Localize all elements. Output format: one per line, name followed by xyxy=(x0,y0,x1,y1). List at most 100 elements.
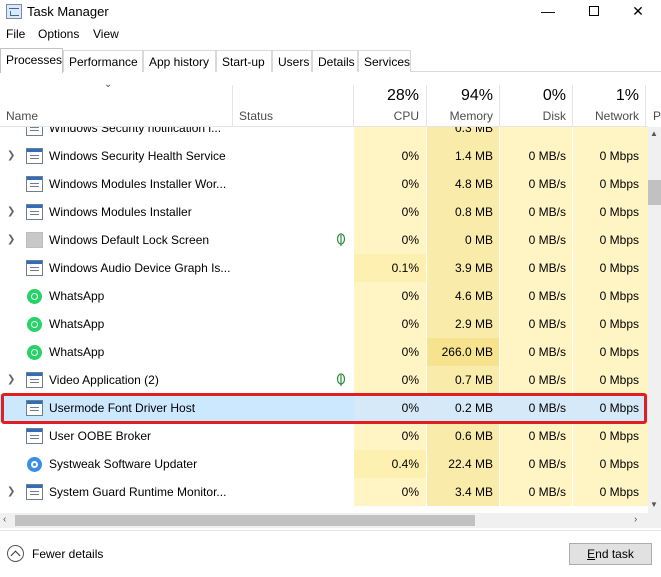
process-name: Windows Security notification i... xyxy=(49,127,222,135)
window-icon xyxy=(26,204,43,220)
memory-value: 0.8 MB xyxy=(454,205,493,219)
chevron-up-icon[interactable] xyxy=(7,545,24,562)
column-name[interactable]: Name xyxy=(6,109,38,123)
network-total: 1% xyxy=(615,87,639,104)
table-row[interactable]: WhatsApp 0% 2.9 MB 0 MB/s 0 Mbps xyxy=(0,310,648,338)
cpu-value: 0% xyxy=(401,317,419,331)
expand-chevron-icon[interactable]: ❯ xyxy=(7,486,15,497)
tab-details[interactable]: Details xyxy=(312,50,358,72)
close-button[interactable]: ✕ xyxy=(615,0,661,24)
column-power-usage[interactable]: P xyxy=(653,109,661,123)
suspended-leaf-icon xyxy=(336,233,346,246)
process-list: Windows Security notification i... 0.3 MB… xyxy=(0,127,648,513)
table-row[interactable]: WhatsApp 0% 4.6 MB 0 MB/s 0 Mbps xyxy=(0,282,648,310)
memory-value: 0.7 MB xyxy=(454,373,493,387)
network-value: 0 Mbps xyxy=(599,177,639,191)
vertical-scroll-thumb[interactable] xyxy=(648,180,661,205)
table-row[interactable]: ❯ System Guard Runtime Monitor... 0% 3.4 MB… xyxy=(0,478,648,506)
fewer-details-link[interactable]: Fewer details xyxy=(32,547,103,561)
tab-app-history[interactable]: App history xyxy=(143,50,216,72)
network-value: 0 Mbps xyxy=(599,261,639,275)
process-name: Windows Modules Installer Wor... xyxy=(49,177,227,191)
cpu-value: 0% xyxy=(401,345,419,359)
network-value: 0 Mbps xyxy=(599,373,639,387)
disk-value: 0 MB/s xyxy=(528,345,566,359)
process-name: System Guard Runtime Monitor... xyxy=(49,485,227,499)
expand-chevron-icon[interactable]: ❯ xyxy=(7,206,15,217)
column-network[interactable]: Network xyxy=(573,109,639,123)
whatsapp-icon xyxy=(27,317,42,332)
disk-value: 0 MB/s xyxy=(528,317,566,331)
network-value: 0 Mbps xyxy=(599,485,639,499)
maximize-button[interactable] xyxy=(571,0,617,24)
disk-value: 0 MB/s xyxy=(528,429,566,443)
footer: Fewer details End task xyxy=(0,530,661,577)
table-row[interactable]: ❯ Windows Default Lock Screen 0% 0 MB 0 MB/s… xyxy=(0,226,648,254)
scroll-down-icon[interactable]: ▼ xyxy=(650,500,658,509)
process-name: Windows Modules Installer xyxy=(49,205,192,219)
highlight-box xyxy=(1,393,647,424)
column-memory[interactable]: Memory xyxy=(427,109,493,123)
tab-users[interactable]: Users xyxy=(272,50,312,72)
disk-value: 0 MB/s xyxy=(528,457,566,471)
menu-options[interactable]: Options xyxy=(38,27,79,41)
tab-performance[interactable]: Performance xyxy=(63,50,143,72)
table-row[interactable]: ❯ Windows Modules Installer 0% 0.8 MB 0 MB/s… xyxy=(0,198,648,226)
column-status[interactable]: Status xyxy=(239,109,273,123)
cpu-value: 0% xyxy=(401,485,419,499)
end-task-accel: E xyxy=(587,547,596,561)
cpu-value: 0.4% xyxy=(391,457,419,471)
disk-value: 0 MB/s xyxy=(528,261,566,275)
column-disk[interactable]: Disk xyxy=(500,109,566,123)
process-name: Windows Security Health Service xyxy=(49,149,226,163)
table-row[interactable]: Windows Audio Device Graph Is... 0.1% 3.9 … xyxy=(0,254,648,282)
column-cpu[interactable]: CPU xyxy=(354,109,419,123)
expand-chevron-icon[interactable]: ❯ xyxy=(7,234,15,245)
table-row[interactable]: ❯ Video Application (2) 0% 0.7 MB 0 MB/s 0 Mb… xyxy=(0,366,648,394)
scroll-left-icon[interactable]: ‹ xyxy=(3,514,6,525)
task-manager-icon xyxy=(6,4,22,19)
tab-processes[interactable]: Processes xyxy=(0,48,63,73)
network-value: 0 Mbps xyxy=(599,317,639,331)
scroll-up-icon[interactable]: ▲ xyxy=(650,129,658,138)
disk-value: 0 MB/s xyxy=(528,233,566,247)
end-task-label: nd task xyxy=(595,547,634,561)
cpu-value: 0% xyxy=(401,373,419,387)
memory-value: 266.0 MB xyxy=(441,345,493,359)
tab-services[interactable]: Services xyxy=(358,50,411,72)
sort-arrow-icon: ⌄ xyxy=(104,79,113,90)
table-row[interactable]: Systweak Software Updater 0.4% 22.4 MB 0 MB… xyxy=(0,450,648,478)
maximize-icon xyxy=(589,6,599,16)
expand-chevron-icon[interactable]: ❯ xyxy=(7,150,15,161)
scrollbar-corner xyxy=(648,513,661,528)
table-row[interactable]: Windows Modules Installer Wor... 0% 4.8 MB… xyxy=(0,170,648,198)
table-row[interactable]: User OOBE Broker 0% 0.6 MB 0 MB/s 0 Mbps xyxy=(0,422,648,450)
cpu-total: 28% xyxy=(386,87,419,104)
table-row[interactable]: ❯ Windows Security Health Service 0% 1.4 MB… xyxy=(0,142,648,170)
minimize-button[interactable]: — xyxy=(525,0,571,24)
network-value: 0 Mbps xyxy=(599,205,639,219)
window-icon xyxy=(26,260,43,276)
end-task-button[interactable]: End task xyxy=(569,543,652,565)
gray-square-icon xyxy=(26,232,43,248)
whatsapp-icon xyxy=(27,345,42,360)
process-name: Windows Audio Device Graph Is... xyxy=(49,261,231,275)
memory-value: 4.8 MB xyxy=(454,177,493,191)
table-row[interactable]: Windows Security notification i... 0.3 MB xyxy=(0,127,648,142)
cpu-value: 0% xyxy=(401,177,419,191)
table-row[interactable]: WhatsApp 0% 266.0 MB 0 MB/s 0 Mbps xyxy=(0,338,648,366)
menu-view[interactable]: View xyxy=(93,27,119,41)
memory-value: 3.9 MB xyxy=(454,261,493,275)
horizontal-scroll-thumb[interactable] xyxy=(15,515,475,526)
memory-value: 0.6 MB xyxy=(454,429,493,443)
menu-file[interactable]: File xyxy=(6,27,25,41)
title-bar: Task Manager — ✕ xyxy=(0,0,661,24)
process-name: Systweak Software Updater xyxy=(49,457,198,471)
scroll-right-icon[interactable]: › xyxy=(634,514,637,525)
tab-start-up[interactable]: Start-up xyxy=(216,50,272,72)
cpu-value: 0% xyxy=(401,289,419,303)
expand-chevron-icon[interactable]: ❯ xyxy=(7,374,15,385)
cpu-value: 0% xyxy=(401,233,419,247)
window-icon xyxy=(26,484,43,500)
memory-value: 22.4 MB xyxy=(448,457,493,471)
